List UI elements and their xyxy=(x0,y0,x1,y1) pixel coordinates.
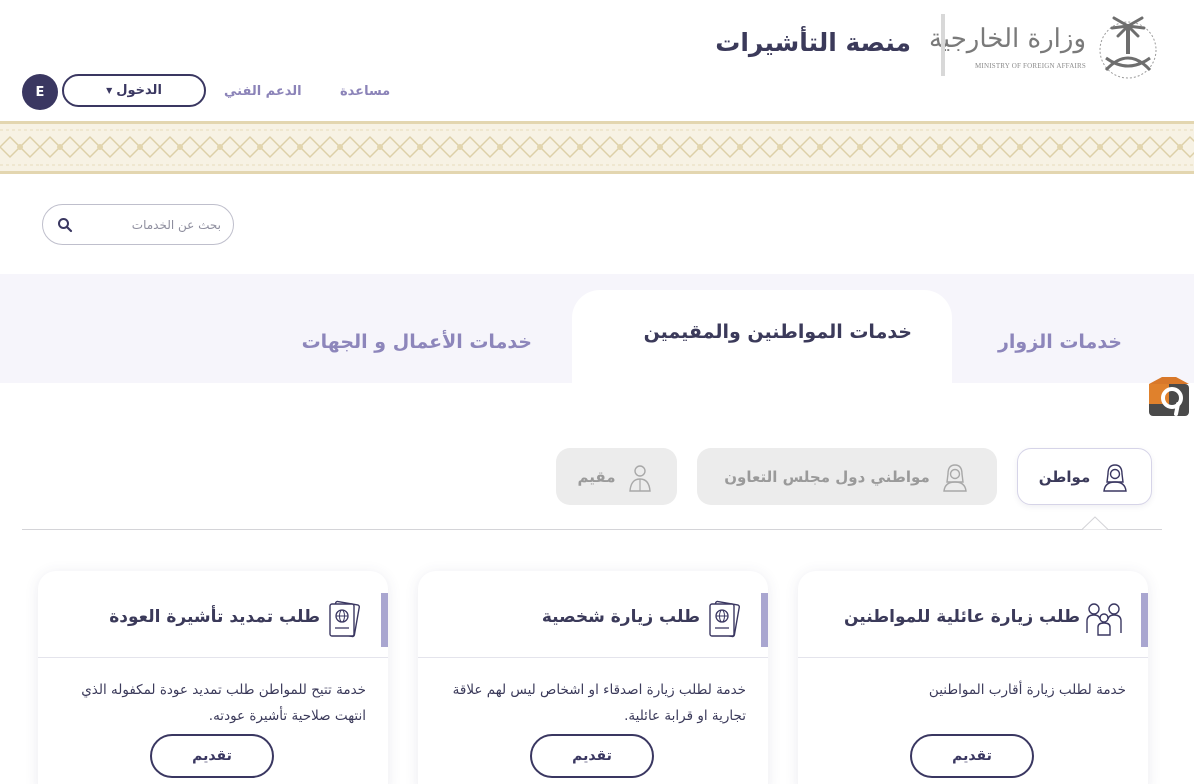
emblem-icon xyxy=(1099,16,1157,79)
search-icon[interactable] xyxy=(57,217,73,233)
card-title: طلب زيارة شخصية xyxy=(541,607,700,627)
gcc-citizen-icon xyxy=(942,463,967,492)
service-card-personal-visit: طلب زيارة شخصية خدمة لطلب زيارة اصدقاء ا… xyxy=(418,571,768,784)
submit-button[interactable]: تقديم xyxy=(910,734,1034,778)
chevron-down-icon: ▼ xyxy=(106,86,113,95)
subtab-citizen[interactable]: مواطن xyxy=(1017,448,1152,505)
language-toggle-button[interactable]: E xyxy=(22,74,58,110)
header-divider xyxy=(941,14,945,76)
card-separator xyxy=(798,657,1148,658)
tab-citizens-residents[interactable]: خدمات المواطنين والمقيمين xyxy=(644,321,912,343)
card-description: خدمة تتيح للمواطن طلب تمديد عودة لمكفوله… xyxy=(81,682,366,724)
card-separator xyxy=(418,657,768,658)
card-description: خدمة لطلب زيارة أقارب المواطنين xyxy=(928,682,1126,698)
subtab-resident[interactable]: مقيم xyxy=(556,448,677,505)
tab-business-entities[interactable]: خدمات الأعمال و الجهات xyxy=(302,331,532,353)
decorative-pattern-band xyxy=(0,121,1194,174)
ministry-name-ar: وزارة الخارجية xyxy=(928,24,1086,54)
subtab-resident-label: مقيم xyxy=(577,467,616,486)
search-box xyxy=(42,204,234,245)
card-description: خدمة لطلب زيارة اصدقاء او اشخاص ليس لهم … xyxy=(452,682,746,724)
ministry-name-en: MINISTRY OF FOREIGN AFFAIRS xyxy=(974,62,1086,70)
card-accent-bar xyxy=(761,593,768,647)
search-input[interactable] xyxy=(81,214,221,236)
card-separator xyxy=(38,657,388,658)
service-card-family-visit: طلب زيارة عائلية للمواطنين خدمة لطلب زيا… xyxy=(798,571,1148,784)
service-card-return-visa-extension: طلب تمديد تأشيرة العودة خدمة تتيح للمواط… xyxy=(38,571,388,784)
subtab-divider xyxy=(22,529,1162,530)
subtab-gcc-citizens[interactable]: مواطني دول مجلس التعاون xyxy=(697,448,997,505)
header: وزارة الخارجية MINISTRY OF FOREIGN AFFAI… xyxy=(0,0,1194,122)
citizen-icon xyxy=(1103,463,1128,492)
subtab-citizen-label: مواطن xyxy=(1038,467,1091,486)
active-subtab-pointer xyxy=(1082,516,1108,530)
login-label: الدخول xyxy=(116,83,162,98)
family-icon xyxy=(1086,603,1122,636)
card-accent-bar xyxy=(1141,593,1148,647)
help-link[interactable]: مساعدة xyxy=(340,84,390,99)
page-title: منصة التأشيرات xyxy=(715,28,911,57)
login-button[interactable]: ▼ الدخول xyxy=(62,74,206,107)
card-title: طلب تمديد تأشيرة العودة xyxy=(109,607,320,627)
passport-icon xyxy=(709,600,740,638)
tab-visitors[interactable]: خدمات الزوار xyxy=(998,331,1122,353)
card-title: طلب زيارة عائلية للمواطنين xyxy=(843,607,1080,627)
feedback-widget-icon[interactable] xyxy=(1148,376,1190,418)
card-accent-bar xyxy=(381,593,388,647)
passport-icon xyxy=(329,600,360,638)
support-link[interactable]: الدعم الفني xyxy=(224,84,302,99)
resident-icon xyxy=(629,464,652,492)
subtab-gcc-label: مواطني دول مجلس التعاون xyxy=(724,467,930,486)
submit-button[interactable]: تقديم xyxy=(150,734,274,778)
submit-button[interactable]: تقديم xyxy=(530,734,654,778)
ministry-logo[interactable]: وزارة الخارجية MINISTRY OF FOREIGN AFFAI… xyxy=(929,10,1164,80)
